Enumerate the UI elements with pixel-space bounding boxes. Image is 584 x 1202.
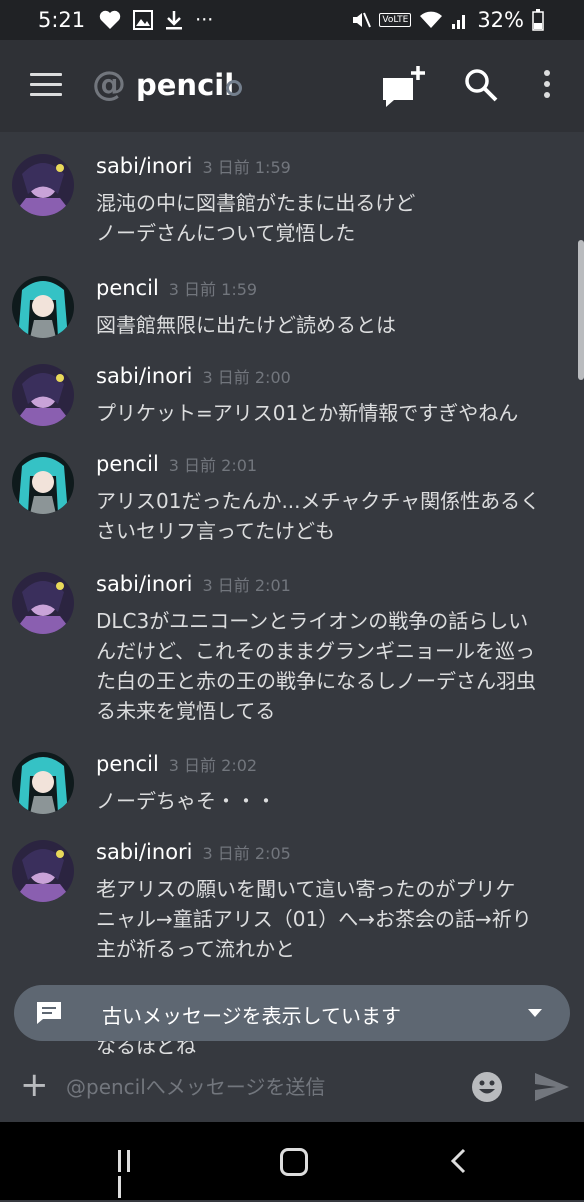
message-author[interactable]: sabi/inori <box>96 840 193 864</box>
message-content: アリス01だったんか...メチャクチャ関係性あるく さいセリフ言ってたけども <box>96 486 566 546</box>
message-content: プリケット=アリス01とか新情報ですぎやねん <box>96 398 566 428</box>
message-line: んだけど、これそのままグランギニョールを巡っ <box>96 639 535 663</box>
status-time: 5:21 <box>38 8 86 32</box>
avatar[interactable] <box>12 572 74 634</box>
message-author[interactable]: pencil <box>96 752 159 776</box>
channel-title[interactable]: pencil <box>136 68 234 102</box>
avatar[interactable] <box>12 276 74 338</box>
message-timestamp: 3 日前 2:05 <box>202 844 291 863</box>
mute-icon <box>353 12 372 28</box>
menu-icon[interactable] <box>30 73 62 97</box>
message-line: 主が祈るって流れかと <box>96 937 295 961</box>
download-icon <box>166 11 183 30</box>
old-messages-label: 古いメッセージを表示しています <box>102 1004 401 1028</box>
avatar[interactable] <box>12 752 74 814</box>
back-icon[interactable] <box>450 1148 466 1174</box>
message-content: 老アリスの願いを聞いて這い寄ったのがプリケ ニャル→童話アリス（01）へ→お茶会… <box>96 874 566 964</box>
message-timestamp: 3 日前 2:01 <box>202 576 291 595</box>
channel-header: @ pencil <box>0 40 584 132</box>
home-icon[interactable] <box>280 1148 308 1176</box>
android-nav-bar <box>0 1122 584 1200</box>
message-line: 混沌の中に図書館がたまに出るけど <box>96 191 416 215</box>
at-icon: @ <box>92 64 126 104</box>
add-attachment-icon[interactable]: + <box>20 1068 49 1102</box>
message-author[interactable]: pencil <box>96 452 159 476</box>
message-content: DLC3がユニコーンとライオンの戦争の話らしい んだけど、これそのままグランギニ… <box>96 606 566 726</box>
battery-icon <box>532 9 544 31</box>
message-composer: + <box>0 1054 584 1122</box>
new-dm-icon[interactable] <box>380 64 426 110</box>
emoji-icon[interactable] <box>470 1070 504 1104</box>
message-line: さいセリフ言ってたけども <box>96 519 335 543</box>
status-right-icons: VoLTE 32% <box>351 0 544 40</box>
more-notifications-icon: ··· <box>195 8 214 31</box>
offline-status-icon <box>226 80 242 96</box>
message-line: プリケット=アリス01とか新情報ですぎやねん <box>96 401 519 425</box>
message-line: る未来を覚悟してる <box>96 699 276 723</box>
volte-badge: VoLTE <box>379 13 412 27</box>
scrollbar[interactable] <box>578 240 584 380</box>
message-line: 図書館無限に出たけど読めるとは <box>96 313 396 337</box>
image-icon <box>133 10 154 30</box>
message-author[interactable]: sabi/inori <box>96 364 193 388</box>
message-line: DLC3がユニコーンとライオンの戦争の話らしい <box>96 609 529 633</box>
message-content: 図書館無限に出たけど読めるとは <box>96 310 566 340</box>
message-list[interactable]: sabi/inori 3 日前 1:59 混沌の中に図書館がたまに出るけど ノーデ… <box>0 132 584 1054</box>
status-left-icons: ··· <box>99 10 213 30</box>
status-bar: 5:21 ··· VoLTE 32% <box>0 0 584 40</box>
message-author[interactable]: sabi/inori <box>96 154 193 178</box>
avatar[interactable] <box>12 452 74 514</box>
battery-percent: 32% <box>477 8 524 32</box>
message-line: ノーデちゃそ・・・ <box>96 789 276 813</box>
message-timestamp: 3 日前 1:59 <box>168 280 258 299</box>
message-content: 混沌の中に図書館がたまに出るけど ノーデさんについて覚悟した <box>96 188 566 248</box>
avatar[interactable] <box>12 154 74 216</box>
avatar[interactable] <box>12 364 74 426</box>
message-input[interactable] <box>64 1070 448 1104</box>
old-messages-banner[interactable]: 古いメッセージを表示しています <box>14 985 570 1041</box>
message-author[interactable]: sabi/inori <box>96 572 193 596</box>
message-content: ノーデちゃそ・・・ <box>96 786 566 816</box>
message-line: ノーデさんについて覚悟した <box>96 221 356 245</box>
heart-icon <box>99 10 121 29</box>
signal-icon <box>452 15 466 29</box>
message-line: 老アリスの願いを聞いて這い寄ったのがプリケ <box>96 877 516 901</box>
message-author[interactable]: pencil <box>96 276 159 300</box>
more-vertical-icon[interactable] <box>540 70 554 102</box>
message-timestamp: 3 日前 2:00 <box>202 368 291 387</box>
message-timestamp: 3 日前 1:59 <box>202 158 291 177</box>
message-line: アリス01だったんか...メチャクチャ関係性あるく <box>96 489 541 513</box>
message-line: ニャル→童話アリス（01）へ→お茶会の話→祈り <box>96 907 532 931</box>
message-timestamp: 3 日前 2:01 <box>168 456 258 475</box>
message-line: た白の王と赤の王の戦争になるしノーデさん羽虫 <box>96 669 536 693</box>
avatar[interactable] <box>12 840 74 902</box>
wifi-icon <box>420 11 443 28</box>
chevron-down-icon[interactable] <box>528 1009 542 1017</box>
send-icon[interactable] <box>534 1072 570 1102</box>
message-timestamp: 3 日前 2:02 <box>168 756 258 775</box>
recent-apps-icon[interactable] <box>118 1150 144 1198</box>
chat-bubble-icon <box>37 1002 61 1024</box>
search-icon[interactable] <box>464 68 498 102</box>
